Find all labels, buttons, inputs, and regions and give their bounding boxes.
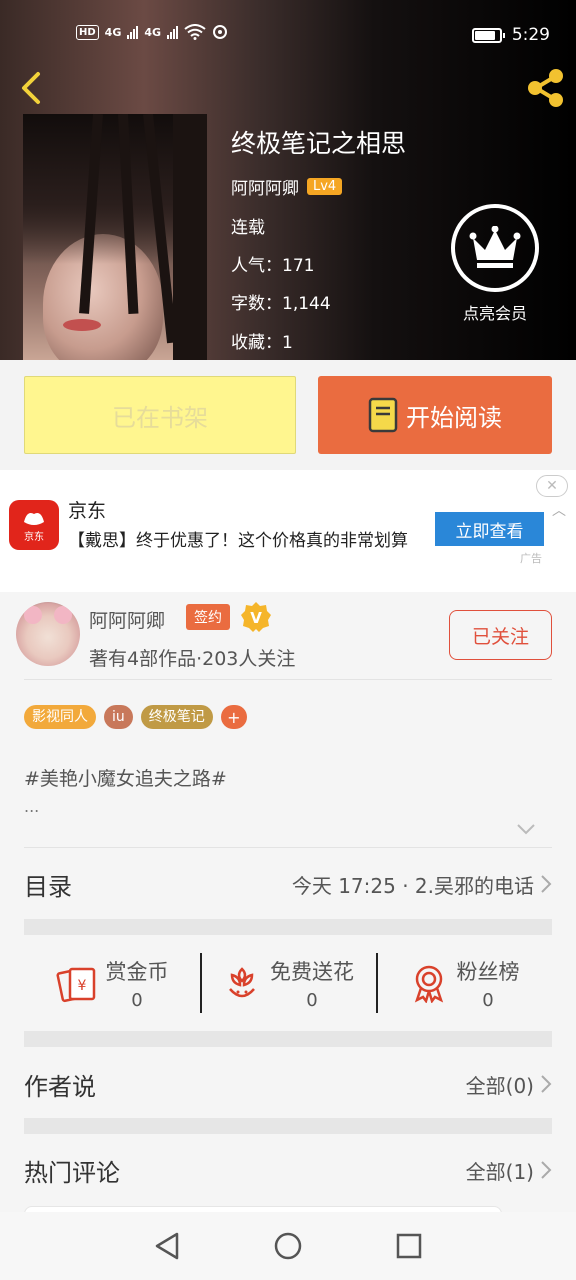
- stat-label: 免费送花: [270, 959, 354, 984]
- vip-button[interactable]: 点亮会员: [451, 204, 539, 324]
- status-bar: HD 4G 4G 5:29: [0, 0, 576, 58]
- author-name[interactable]: 阿阿阿卿: [231, 174, 299, 199]
- section-separator: [24, 919, 552, 935]
- jd-logo-icon: 京东: [9, 500, 59, 550]
- share-button[interactable]: [524, 68, 568, 108]
- latest-chapter: 今天 17:25 · 2.吴邪的电话: [291, 873, 534, 898]
- ad-description: 【戴思】终于优惠了！这个价格真的非常划算: [68, 531, 408, 551]
- stats-row: ¥ 赏金币 0 免费送花 0 粉丝榜 0: [24, 935, 552, 1031]
- tag-chip[interactable]: 终极笔记: [140, 705, 213, 729]
- tag-chip[interactable]: 影视同人: [24, 705, 96, 729]
- system-nav-bar: [0, 1212, 576, 1280]
- intro-ellipsis: ...: [24, 797, 40, 816]
- start-reading-button[interactable]: 开始阅读: [318, 376, 552, 454]
- book-favorites: 收藏：1: [231, 333, 293, 353]
- vip-label: 点亮会员: [462, 304, 527, 323]
- medal-icon: [414, 965, 443, 1003]
- chevron-right-icon: [541, 1161, 552, 1179]
- book-popularity: 人气：171: [231, 256, 315, 276]
- author-works-and-followers: 著有4部作品·203人关注: [89, 648, 296, 670]
- divider: [24, 847, 552, 848]
- book-status: 连载: [231, 218, 265, 238]
- sync-icon: [213, 25, 228, 39]
- wifi-icon: [184, 24, 206, 40]
- add-tag-button[interactable]: +: [220, 705, 247, 729]
- nav-recents-icon[interactable]: [395, 1232, 423, 1260]
- stat-count: 0: [131, 989, 143, 1011]
- ad-logo-text: 京东: [24, 531, 44, 543]
- author-says-row[interactable]: 作者说 全部(0): [24, 1064, 552, 1104]
- tag-chip[interactable]: iu: [104, 705, 133, 729]
- tag-list: 影视同人 iu 终极笔记 +: [24, 705, 247, 729]
- book-title: 终极笔记之相思: [231, 129, 407, 158]
- verified-v-icon: V: [241, 602, 271, 632]
- crown-icon: [469, 226, 521, 268]
- status-time: 5:29: [511, 25, 550, 45]
- hot-comments-all-link: 全部(1): [465, 1159, 534, 1184]
- stat-label: 粉丝榜: [456, 959, 520, 984]
- in-bookshelf-button[interactable]: 已在书架: [24, 376, 296, 454]
- book-word-count: 字数：1,144: [231, 294, 331, 314]
- author-says-title: 作者说: [24, 1072, 96, 1101]
- fan-ranking-button[interactable]: 粉丝榜 0: [376, 935, 552, 1031]
- chevron-right-icon: [541, 1075, 552, 1093]
- send-flower-button[interactable]: 免费送花 0: [200, 935, 376, 1031]
- book-intro: #美艳小魔女追夫之路#: [24, 768, 227, 790]
- author-card-name[interactable]: 阿阿阿卿: [89, 606, 165, 633]
- hot-comments-title: 热门评论: [24, 1158, 120, 1187]
- book-icon: [368, 397, 398, 433]
- catalog-row[interactable]: 目录 今天 17:25 · 2.吴邪的电话: [24, 864, 552, 904]
- ad-brand: 京东: [68, 500, 107, 522]
- signed-badge: 签约: [186, 604, 230, 630]
- stat-label: 赏金币: [105, 959, 169, 984]
- vip-crown-circle: [451, 204, 539, 292]
- section-separator: [24, 1031, 552, 1047]
- network-4g-label-1: 4G: [104, 25, 122, 39]
- back-button[interactable]: [14, 68, 50, 108]
- ad-tag: 广告: [520, 552, 542, 565]
- red-envelope-icon: ¥: [55, 967, 95, 1003]
- followed-button[interactable]: 已关注: [449, 610, 552, 660]
- share-icon: [528, 69, 563, 107]
- chevron-left-icon: [22, 72, 40, 104]
- author-level-badge: Lv4: [307, 178, 343, 195]
- ad-view-button[interactable]: 立即查看: [435, 512, 544, 546]
- ad-banner[interactable]: 京东 京东 【戴思】终于优惠了！这个价格真的非常划算 立即查看 ✕ ︿ 广告: [0, 470, 576, 592]
- book-detail-section: 阿阿阿卿 签约 V 著有4部作品·203人关注 已关注 影视同人 iu 终极笔记…: [0, 592, 576, 1226]
- chevron-down-icon: [517, 824, 535, 835]
- nav-back-icon[interactable]: [153, 1231, 181, 1261]
- chevron-right-icon: [541, 875, 552, 893]
- svg-text:V: V: [250, 609, 262, 627]
- nav-home-icon[interactable]: [273, 1231, 303, 1261]
- author-avatar[interactable]: [16, 602, 80, 666]
- jd-dog-icon: [24, 512, 44, 525]
- hd-icon: HD: [76, 24, 99, 40]
- section-separator: [24, 1118, 552, 1134]
- status-icons-left: HD 4G 4G: [76, 24, 228, 40]
- hot-comments-row[interactable]: 热门评论 全部(1): [24, 1150, 552, 1190]
- signal-icon-1: [127, 25, 139, 39]
- author-row[interactable]: 阿阿阿卿 Lv4: [231, 174, 343, 199]
- catalog-title: 目录: [24, 872, 72, 901]
- flower-icon: [229, 967, 255, 998]
- status-icons-right: 5:29: [471, 25, 550, 45]
- signal-icon-2: [167, 25, 179, 39]
- network-4g-label-2: 4G: [144, 25, 162, 39]
- stat-count: 0: [482, 989, 494, 1011]
- divider: [24, 679, 552, 680]
- ad-collapse-icon[interactable]: ︿: [552, 500, 566, 520]
- expand-intro-button[interactable]: [516, 820, 536, 839]
- book-header: HD 4G 4G 5:29 终极笔记之相思 阿阿阿卿 Lv4 连载 人气：171…: [0, 0, 576, 360]
- action-bar: 已在书架 开始阅读: [0, 360, 576, 470]
- stat-count: 0: [306, 989, 318, 1011]
- ad-close-button[interactable]: ✕: [536, 475, 568, 497]
- reward-coins-button[interactable]: ¥ 赏金币 0: [24, 935, 200, 1031]
- battery-icon: [471, 27, 505, 43]
- book-cover-image[interactable]: [23, 114, 207, 360]
- svg-text:¥: ¥: [77, 978, 86, 994]
- start-reading-label: 开始阅读: [406, 403, 502, 432]
- author-says-all-link: 全部(0): [465, 1073, 534, 1098]
